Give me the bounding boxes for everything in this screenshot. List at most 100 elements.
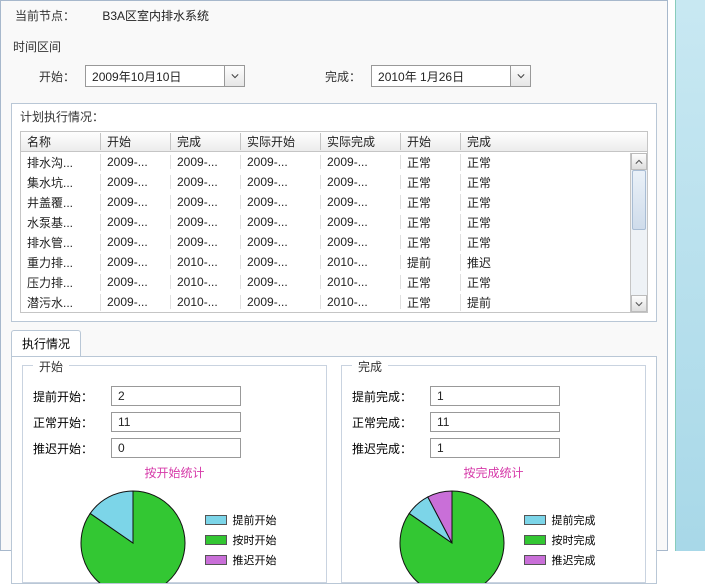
col-header[interactable]: 实际完成	[321, 133, 401, 150]
early-finish-input[interactable]	[430, 386, 560, 406]
cell: 2010-...	[171, 275, 241, 289]
finish-panel-title: 完成	[352, 358, 388, 375]
start-date-dropdown[interactable]	[225, 65, 245, 87]
cell: 2009-...	[101, 215, 171, 229]
time-section: 时间区间 开始： 完成：	[11, 34, 657, 95]
normal-finish-input[interactable]	[430, 412, 560, 432]
cell: 正常	[401, 154, 461, 171]
late-start-label: 推迟开始：	[33, 440, 103, 457]
cell: 2009-...	[241, 295, 321, 309]
cell: 2009-...	[171, 235, 241, 249]
cell: 水泵基...	[21, 214, 101, 231]
scroll-thumb[interactable]	[632, 170, 646, 230]
table-header: 名称开始完成实际开始实际完成开始完成	[21, 132, 647, 152]
cell: 2009-...	[171, 175, 241, 189]
start-date-group: 开始：	[39, 65, 245, 87]
table-row[interactable]: 潜污水...2009-...2010-...2009-...2010-...正常…	[21, 292, 647, 312]
cell: 正常	[401, 174, 461, 191]
table-row[interactable]: 重力排...2009-...2010-...2009-...2010-...提前…	[21, 252, 647, 272]
col-header[interactable]: 开始	[101, 133, 171, 150]
end-date-input[interactable]	[371, 65, 511, 87]
chevron-down-icon	[517, 73, 525, 79]
normal-start-label: 正常开始：	[33, 414, 103, 431]
cell: 2010-...	[171, 295, 241, 309]
start-date-input[interactable]	[85, 65, 225, 87]
start-chart-title: 按开始统计	[33, 464, 316, 481]
current-node-value: B3A区室内排水系统	[102, 9, 209, 23]
cell: 2010-...	[171, 255, 241, 269]
cell: 正常	[461, 154, 611, 171]
table-body: 排水沟...2009-...2009-...2009-...2009-...正常…	[21, 152, 647, 312]
swatch-ontime-icon	[524, 535, 546, 545]
finish-chart-title: 按完成统计	[352, 464, 635, 481]
main-window: 当前节点： B3A区室内排水系统 时间区间 开始： 完成：	[0, 0, 668, 551]
cell: 2009-...	[321, 155, 401, 169]
scroll-down-button[interactable]	[631, 295, 647, 312]
table-row[interactable]: 集水坑...2009-...2009-...2009-...2009-...正常…	[21, 172, 647, 192]
cell: 2009-...	[171, 155, 241, 169]
cell: 2009-...	[241, 195, 321, 209]
start-panel-title: 开始	[33, 358, 69, 375]
cell: 井盖覆...	[21, 194, 101, 211]
cell: 2009-...	[241, 275, 321, 289]
cell: 提前	[461, 294, 611, 311]
cell: 正常	[401, 234, 461, 251]
cell: 2009-...	[101, 275, 171, 289]
normal-finish-label: 正常完成：	[352, 414, 422, 431]
cell: 排水沟...	[21, 154, 101, 171]
cell: 2010-...	[321, 275, 401, 289]
cell: 2009-...	[321, 195, 401, 209]
cell: 潜污水...	[21, 294, 101, 311]
time-section-title: 时间区间	[11, 34, 657, 59]
cell: 重力排...	[21, 254, 101, 271]
col-header[interactable]: 名称	[21, 133, 101, 150]
cell: 正常	[461, 214, 611, 231]
col-header[interactable]: 开始	[401, 133, 461, 150]
cell: 2009-...	[101, 295, 171, 309]
cell: 2009-...	[171, 195, 241, 209]
scroll-up-button[interactable]	[631, 153, 647, 170]
plan-group-title: 计划执行情况：	[12, 104, 656, 131]
cell: 2010-...	[321, 295, 401, 309]
cell: 2009-...	[101, 235, 171, 249]
cell: 2009-...	[241, 235, 321, 249]
end-date-label: 完成：	[325, 68, 361, 85]
col-header[interactable]: 实际开始	[241, 133, 321, 150]
table-scrollbar[interactable]	[630, 153, 647, 312]
late-start-input[interactable]	[111, 438, 241, 458]
normal-start-input[interactable]	[111, 412, 241, 432]
cell: 2009-...	[101, 255, 171, 269]
cell: 压力排...	[21, 274, 101, 291]
finish-panel: 完成 提前完成： 正常完成： 推迟完成： 按完成统计	[341, 365, 646, 583]
table-row[interactable]: 井盖覆...2009-...2009-...2009-...2009-...正常…	[21, 192, 647, 212]
cell: 2009-...	[101, 155, 171, 169]
cell: 正常	[461, 274, 611, 291]
early-finish-label: 提前完成：	[352, 388, 422, 405]
early-start-input[interactable]	[111, 386, 241, 406]
chevron-down-icon	[231, 73, 239, 79]
scroll-track[interactable]	[631, 170, 647, 295]
legend-label: 提前开始	[233, 512, 277, 528]
legend-label: 提前完成	[552, 512, 596, 528]
start-panel: 开始 提前开始： 正常开始： 推迟开始： 按开始统计	[22, 365, 327, 583]
side-strip	[675, 0, 705, 551]
table-row[interactable]: 水泵基...2009-...2009-...2009-...2009-...正常…	[21, 212, 647, 232]
cell: 正常	[401, 214, 461, 231]
col-header[interactable]: 完成	[171, 133, 241, 150]
cell: 正常	[461, 174, 611, 191]
table-row[interactable]: 排水管...2009-...2009-...2009-...2009-...正常…	[21, 232, 647, 252]
swatch-early-icon	[524, 515, 546, 525]
cell: 2009-...	[321, 175, 401, 189]
end-date-dropdown[interactable]	[511, 65, 531, 87]
tab-exec[interactable]: 执行情况	[11, 330, 81, 356]
late-finish-input[interactable]	[430, 438, 560, 458]
early-start-label: 提前开始：	[33, 388, 103, 405]
start-pie-chart	[73, 485, 193, 584]
current-node-row: 当前节点： B3A区室内排水系统	[1, 1, 667, 30]
cell: 正常	[401, 294, 461, 311]
finish-pie-chart	[392, 485, 512, 584]
table-row[interactable]: 排水沟...2009-...2009-...2009-...2009-...正常…	[21, 152, 647, 172]
table-row[interactable]: 压力排...2009-...2010-...2009-...2010-...正常…	[21, 272, 647, 292]
cell: 正常	[401, 194, 461, 211]
col-header[interactable]: 完成	[461, 133, 611, 150]
